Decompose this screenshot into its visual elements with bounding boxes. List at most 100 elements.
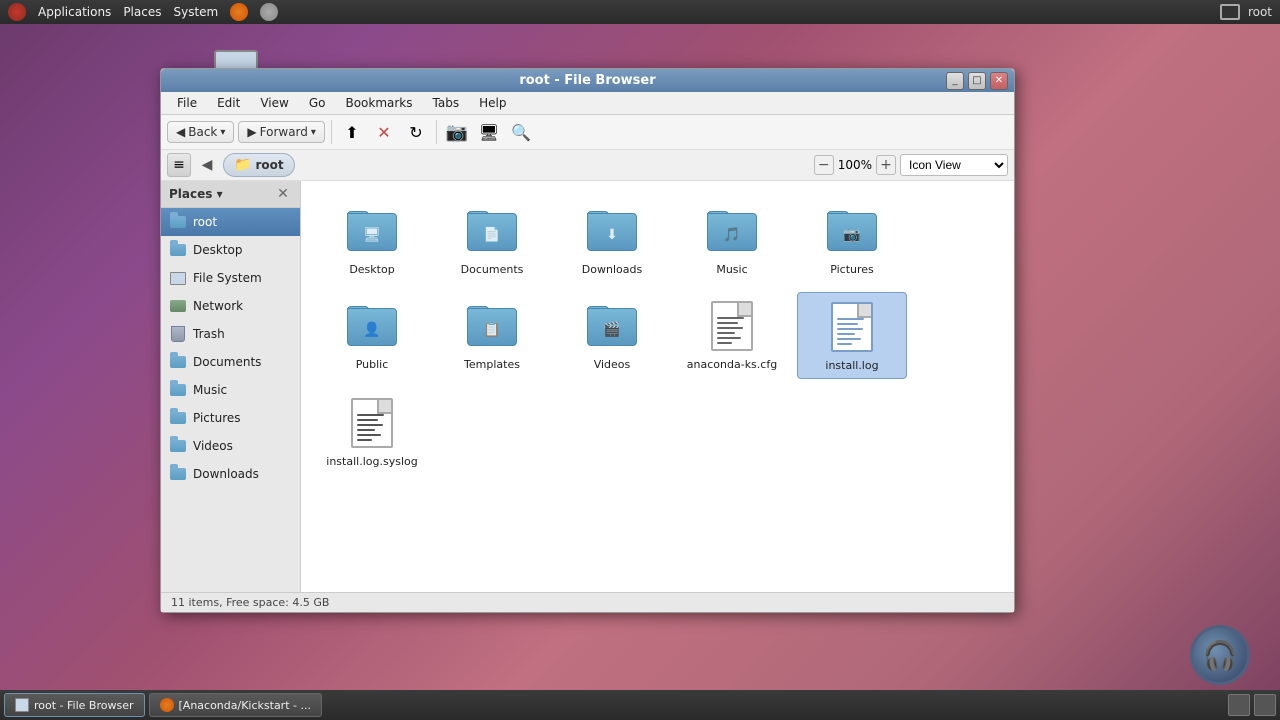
places-menu[interactable]: Places <box>123 5 161 19</box>
file-item-downloads[interactable]: ⬇ Downloads <box>557 197 667 282</box>
menu-view[interactable]: View <box>252 94 296 112</box>
computer-button[interactable]: 🖥 <box>475 118 503 146</box>
minimize-button[interactable]: _ <box>946 72 964 90</box>
window-controls: _ □ ✕ <box>946 72 1008 90</box>
status-text: 11 items, Free space: 4.5 GB <box>171 596 329 609</box>
file-item-videos[interactable]: 🎬 Videos <box>557 292 667 379</box>
file-grid: 🖥 Desktop 📄 Documents <box>317 197 998 474</box>
breadcrumb-root[interactable]: 📁 root <box>223 153 295 177</box>
sidebar-item-trash[interactable]: Trash <box>161 320 300 348</box>
search-button[interactable]: 🔍 <box>507 118 535 146</box>
menu-file[interactable]: File <box>169 94 205 112</box>
install-log-syslog-icon <box>344 395 400 451</box>
applications-menu[interactable]: Applications <box>38 5 111 19</box>
breadcrumb-label: root <box>255 158 283 172</box>
sidebar-music-icon <box>169 381 187 399</box>
sidebar-desktop-label: Desktop <box>193 243 243 257</box>
sidebar-root-label: root <box>193 215 217 229</box>
sidebar-pictures-label: Pictures <box>193 411 241 425</box>
install-log-label: install.log <box>825 359 878 372</box>
sidebar-close-button[interactable]: ✕ <box>274 185 292 203</box>
install-log-icon <box>824 299 880 355</box>
sidebar-network-icon <box>169 297 187 315</box>
zoom-level: 100% <box>838 158 872 172</box>
view-mode-select[interactable]: Icon View List View Compact View <box>900 154 1008 176</box>
taskbar-anaconda[interactable]: [Anaconda/Kickstart - ... <box>149 693 322 717</box>
folder-pictures-label: Pictures <box>830 263 874 276</box>
maximize-button[interactable]: □ <box>968 72 986 90</box>
sidebar-item-root[interactable]: root <box>161 208 300 236</box>
sidebar-item-pictures[interactable]: Pictures <box>161 404 300 432</box>
menu-go[interactable]: Go <box>301 94 334 112</box>
fedora-icon <box>8 3 26 21</box>
sidebar-title: Places ▾ <box>169 187 223 201</box>
sidebar-item-documents[interactable]: Documents <box>161 348 300 376</box>
folder-music-label: Music <box>716 263 747 276</box>
file-item-desktop[interactable]: 🖥 Desktop <box>317 197 427 282</box>
folder-documents-label: Documents <box>461 263 524 276</box>
system-menu[interactable]: System <box>173 5 218 19</box>
taskbar-anaconda-icon <box>160 698 174 712</box>
folder-videos-label: Videos <box>594 358 631 371</box>
breadcrumb-folder-icon: 📁 <box>234 157 251 173</box>
sidebar-item-downloads[interactable]: Downloads <box>161 460 300 488</box>
sidebar-downloads-icon <box>169 465 187 483</box>
status-bar: 11 items, Free space: 4.5 GB <box>161 592 1014 612</box>
location-toggle[interactable]: ≡ <box>167 153 191 177</box>
top-menu: Applications Places System <box>8 3 278 21</box>
file-item-install-log[interactable]: install.log <box>797 292 907 379</box>
toolbar-separator-2 <box>436 120 437 144</box>
install-log-syslog-label: install.log.syslog <box>326 455 417 468</box>
sidebar-item-filesystem[interactable]: File System <box>161 264 300 292</box>
sidebar-item-music[interactable]: Music <box>161 376 300 404</box>
sidebar-trash-label: Trash <box>193 327 225 341</box>
sidebar-item-videos[interactable]: Videos <box>161 432 300 460</box>
location-bar: ≡ ◀ 📁 root − 100% + Icon View List View … <box>161 150 1014 181</box>
pager-btn-2[interactable] <box>1254 694 1276 716</box>
breadcrumb-back-arrow[interactable]: ◀ <box>197 155 217 175</box>
sidebar-desktop-icon <box>169 241 187 259</box>
up-button[interactable]: ⬆ <box>338 118 366 146</box>
forward-button[interactable]: ▶ Forward ▾ <box>238 121 325 143</box>
folder-desktop-icon: 🖥 <box>344 203 400 259</box>
zoom-in-button[interactable]: + <box>876 155 896 175</box>
screen-icon <box>1220 4 1240 20</box>
folder-templates-icon: 📋 <box>464 298 520 354</box>
pager-btn-1[interactable] <box>1228 694 1250 716</box>
folder-documents-icon: 📄 <box>464 203 520 259</box>
file-item-music[interactable]: 🎵 Music <box>677 197 787 282</box>
file-item-install-log-syslog[interactable]: install.log.syslog <box>317 389 427 474</box>
file-item-pictures[interactable]: 📷 Pictures <box>797 197 907 282</box>
back-label: Back <box>188 125 217 139</box>
file-area[interactable]: 🖥 Desktop 📄 Documents <box>301 181 1014 592</box>
toolbar-separator-1 <box>331 120 332 144</box>
content-area: Places ▾ ✕ root Desktop File System <box>161 181 1014 592</box>
close-button[interactable]: ✕ <box>990 72 1008 90</box>
window-title: root - File Browser <box>169 73 1006 88</box>
reload-button[interactable]: ↻ <box>402 118 430 146</box>
back-button[interactable]: ◀ Back ▾ <box>167 121 234 143</box>
stop-button[interactable]: ✕ <box>370 118 398 146</box>
file-item-documents[interactable]: 📄 Documents <box>437 197 547 282</box>
file-item-public[interactable]: 👤 Public <box>317 292 427 379</box>
taskbar-file-browser[interactable]: root - File Browser <box>4 693 145 717</box>
sidebar-pictures-icon <box>169 409 187 427</box>
sidebar-item-desktop[interactable]: Desktop <box>161 236 300 264</box>
sidebar-header: Places ▾ ✕ <box>161 181 300 208</box>
home-button[interactable]: 📷 <box>443 118 471 146</box>
sidebar: Places ▾ ✕ root Desktop File System <box>161 181 301 592</box>
menu-bookmarks[interactable]: Bookmarks <box>337 94 420 112</box>
zoom-out-button[interactable]: − <box>814 155 834 175</box>
menu-help[interactable]: Help <box>471 94 514 112</box>
folder-public-label: Public <box>356 358 389 371</box>
file-item-templates[interactable]: 📋 Templates <box>437 292 547 379</box>
menu-bar: File Edit View Go Bookmarks Tabs Help <box>161 92 1014 115</box>
file-item-anaconda-ks[interactable]: anaconda-ks.cfg <box>677 292 787 379</box>
taskbar-right <box>1228 694 1276 716</box>
fedora-logo <box>8 3 26 21</box>
menu-edit[interactable]: Edit <box>209 94 248 112</box>
sidebar-item-network[interactable]: Network <box>161 292 300 320</box>
menu-tabs[interactable]: Tabs <box>425 94 468 112</box>
taskbar-file-browser-icon <box>15 698 29 712</box>
sidebar-filesystem-icon <box>169 269 187 287</box>
